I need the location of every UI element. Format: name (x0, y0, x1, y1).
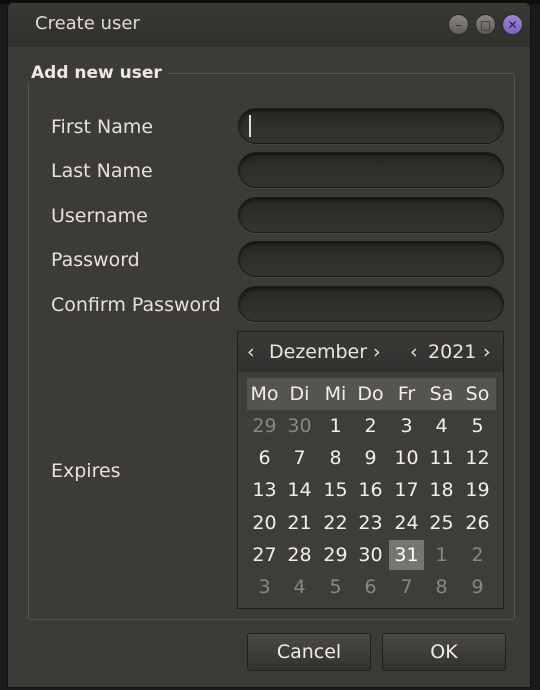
weekday-label: So (465, 383, 490, 405)
calendar-day[interactable]: 1 (424, 540, 459, 570)
weekday-label: Mo (250, 383, 279, 405)
calendar-day[interactable]: 2 (460, 540, 495, 570)
calendar-day[interactable]: 22 (318, 508, 353, 538)
maximize-button[interactable]: □ (475, 14, 496, 35)
calendar-day[interactable]: 9 (460, 572, 495, 602)
calendar-day[interactable]: 7 (282, 443, 317, 473)
calendar-day[interactable]: 8 (424, 572, 459, 602)
password-input[interactable] (238, 241, 504, 277)
calendar-day[interactable]: 31 (389, 540, 424, 570)
weekday-label: Fr (397, 383, 416, 405)
group-title: Add new user (28, 63, 167, 83)
calendar-day[interactable]: 10 (389, 443, 424, 473)
password-label: Password (51, 249, 140, 271)
calendar-day[interactable]: 14 (282, 475, 317, 505)
calendar-day[interactable]: 7 (389, 572, 424, 602)
first-name-input[interactable] (238, 108, 504, 144)
calendar-day[interactable]: 21 (282, 508, 317, 538)
expires-label: Expires (51, 460, 121, 482)
minimize-icon: – (455, 17, 462, 32)
close-button[interactable]: ✕ (502, 14, 523, 35)
calendar-day[interactable]: 5 (318, 572, 353, 602)
calendar-day[interactable]: 26 (460, 508, 495, 538)
last-name-label: Last Name (51, 160, 153, 182)
weekday-label: Di (289, 383, 310, 405)
confirm-password-label: Confirm Password (51, 294, 221, 316)
calendar-day[interactable]: 20 (247, 508, 282, 538)
cancel-button[interactable]: Cancel (247, 633, 371, 671)
create-user-dialog: Create user – □ ✕ Add new user First Nam… (7, 2, 531, 688)
prev-year-button[interactable]: ‹ (410, 341, 418, 363)
calendar-day[interactable]: 12 (460, 443, 495, 473)
calendar-day[interactable]: 17 (389, 475, 424, 505)
first-name-label: First Name (51, 116, 154, 138)
calendar-day[interactable]: 23 (353, 508, 388, 538)
calendar-day[interactable]: 1 (318, 411, 353, 441)
calendar-day[interactable]: 8 (318, 443, 353, 473)
confirm-password-input[interactable] (238, 286, 504, 322)
username-label: Username (51, 205, 148, 227)
next-month-button[interactable]: › (373, 341, 381, 363)
calendar-day[interactable]: 18 (424, 475, 459, 505)
calendar-day[interactable]: 15 (318, 475, 353, 505)
expires-calendar: ‹ Dezember › ‹ 2021 › Mo Di Mi Do Fr Sa So 29 30… (237, 331, 504, 609)
calendar-day[interactable]: 2 (353, 411, 388, 441)
calendar-day[interactable]: 25 (424, 508, 459, 538)
title-bar[interactable]: Create user – □ ✕ (8, 3, 530, 47)
year-label[interactable]: 2021 (428, 341, 476, 363)
calendar-day[interactable]: 5 (460, 411, 495, 441)
next-year-button[interactable]: › (483, 341, 491, 363)
calendar-day[interactable]: 4 (424, 411, 459, 441)
calendar-day[interactable]: 28 (282, 540, 317, 570)
calendar-day[interactable]: 6 (247, 443, 282, 473)
close-icon: ✕ (507, 17, 518, 32)
month-label[interactable]: Dezember (269, 341, 367, 363)
calendar-day[interactable]: 29 (247, 411, 282, 441)
calendar-day[interactable]: 29 (318, 540, 353, 570)
window-title: Create user (35, 13, 140, 34)
calendar-day[interactable]: 4 (282, 572, 317, 602)
prev-month-button[interactable]: ‹ (247, 341, 255, 363)
calendar-day[interactable]: 19 (460, 475, 495, 505)
calendar-day[interactable]: 11 (424, 443, 459, 473)
username-input[interactable] (238, 197, 504, 233)
calendar-day[interactable]: 3 (247, 572, 282, 602)
calendar-day[interactable]: 27 (247, 540, 282, 570)
text-cursor (249, 115, 251, 137)
calendar-day[interactable]: 24 (389, 508, 424, 538)
weekday-label: Sa (429, 383, 454, 405)
calendar-day[interactable]: 6 (353, 572, 388, 602)
calendar-day[interactable]: 16 (353, 475, 388, 505)
calendar-day[interactable]: 13 (247, 475, 282, 505)
minimize-button[interactable]: – (448, 14, 469, 35)
calendar-day[interactable]: 30 (282, 411, 317, 441)
maximize-icon: □ (479, 17, 492, 32)
ok-button[interactable]: OK (382, 633, 506, 671)
calendar-day[interactable]: 30 (353, 540, 388, 570)
weekday-label: Do (357, 383, 384, 405)
calendar-day[interactable]: 3 (389, 411, 424, 441)
weekday-label: Mi (324, 383, 347, 405)
calendar-day[interactable]: 9 (353, 443, 388, 473)
last-name-input[interactable] (238, 152, 504, 188)
calendar-navigation: ‹ Dezember › ‹ 2021 › (238, 332, 503, 372)
